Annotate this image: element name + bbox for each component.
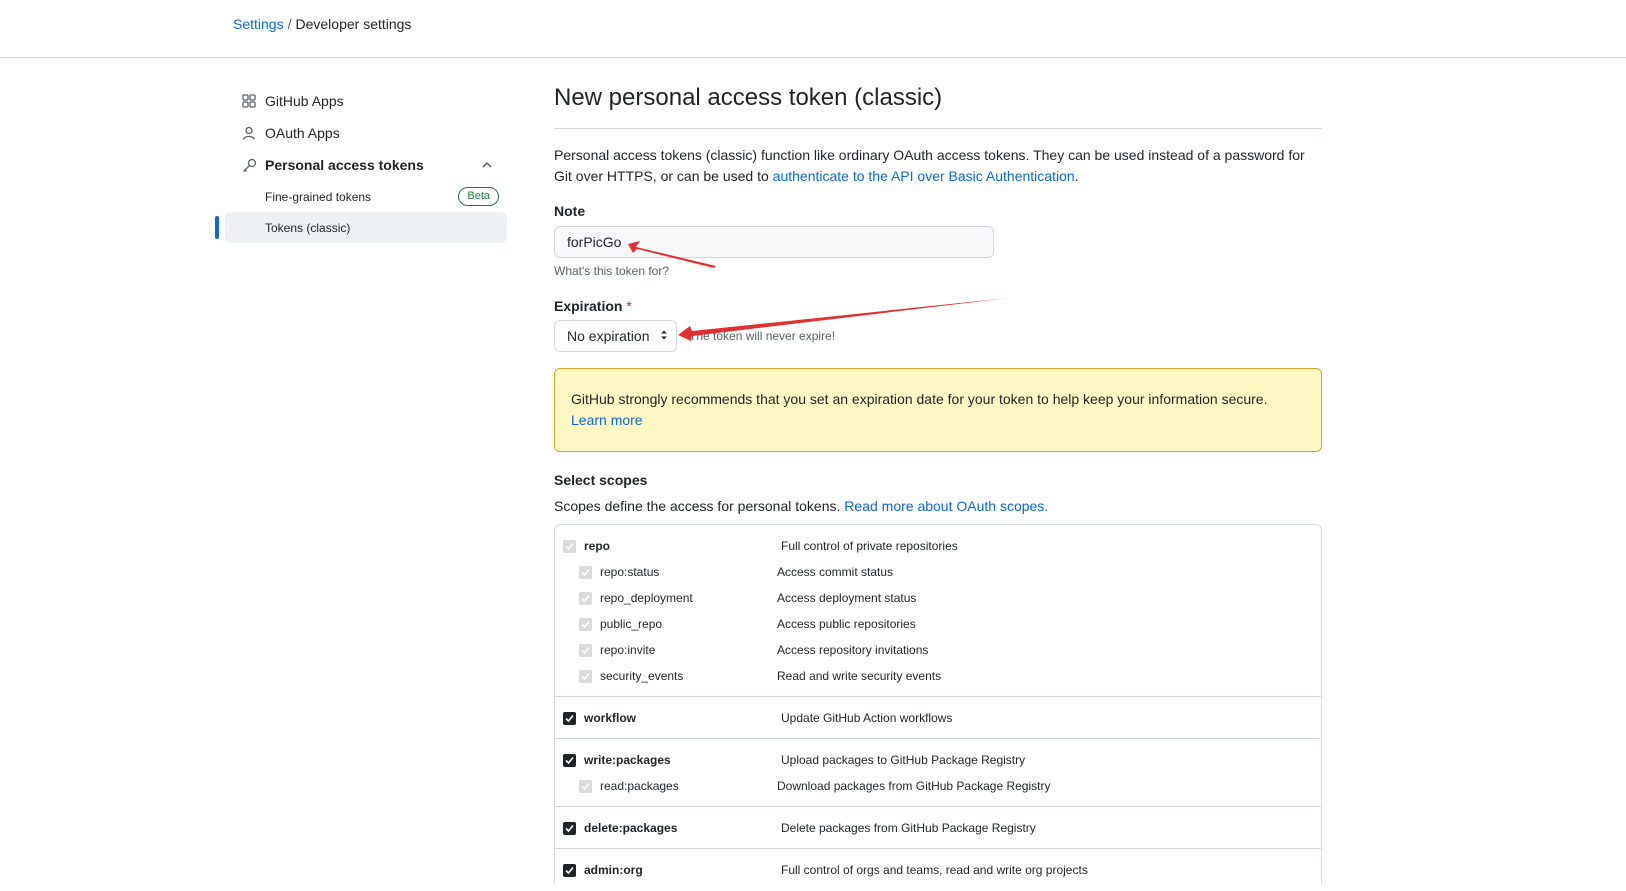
active-indicator (215, 216, 219, 239)
sidebar-item-label: OAuth Apps (265, 125, 340, 141)
scope-checkbox[interactable] (579, 643, 592, 657)
apps-icon (241, 93, 257, 109)
scopes-desc-text: Scopes define the access for personal to… (554, 498, 841, 514)
scope-group: workflow Update GitHub Action workflows (555, 697, 1321, 739)
scope-description: Full control of private repositories (781, 539, 958, 553)
warning-text: GitHub strongly recommends that you set … (571, 391, 1268, 407)
sidebar-subitem-fine-grained-tokens[interactable]: Fine-grained tokens Beta (225, 181, 507, 212)
breadcrumb-settings-link[interactable]: Settings (233, 16, 284, 32)
scope-subrow[interactable]: read:packages Download packages from GitH… (555, 773, 1321, 799)
note-label: Note (554, 203, 586, 219)
scope-description: Full control of orgs and teams, read and… (781, 863, 1088, 877)
scope-description: Update GitHub Action workflows (781, 711, 953, 725)
description-end: . (1074, 168, 1079, 184)
sidebar: GitHub Apps OAuth Apps Personal access t… (215, 85, 507, 243)
scopes-description: Scopes define the access for personal to… (554, 498, 1322, 514)
scope-group: admin:org Full control of orgs and teams,… (555, 849, 1321, 884)
scope-subrow[interactable]: repo_deployment Access deployment status (555, 585, 1321, 611)
scope-checkbox[interactable] (563, 753, 576, 767)
page-description: Personal access tokens (classic) functio… (554, 145, 1322, 187)
scope-subrow[interactable]: public_repo Access public repositories (555, 611, 1321, 637)
scope-description: Access public repositories (777, 617, 916, 631)
scope-description: Download packages from GitHub Package Re… (777, 779, 1051, 793)
expiration-select-value: No expiration (567, 328, 650, 344)
chevron-up-icon[interactable] (481, 158, 493, 174)
select-arrows-icon (660, 328, 668, 344)
scope-name: repo_deployment (600, 591, 693, 605)
expiration-warning-banner: GitHub strongly recommends that you set … (554, 368, 1322, 452)
scope-group: write:packages Upload packages to GitHub … (555, 739, 1321, 807)
expiration-note: The token will never expire! (689, 329, 836, 343)
expiration-row: No expiration The token will never expir… (554, 320, 1322, 352)
top-bar: Settings / Developer settings (0, 0, 1626, 58)
scope-row[interactable]: admin:org Full control of orgs and teams,… (555, 857, 1321, 883)
scope-name: public_repo (600, 617, 663, 631)
page-title: New personal access token (classic) (554, 84, 1322, 129)
note-hint: What's this token for? (554, 264, 670, 278)
sidebar-subitem-label: Fine-grained tokens (265, 189, 372, 204)
scope-group: delete:packages Delete packages from GitH… (555, 807, 1321, 849)
scope-checkbox[interactable] (579, 591, 592, 605)
scope-name: repo (584, 539, 611, 553)
scope-checkbox[interactable] (579, 669, 592, 683)
scope-subrow[interactable]: repo:invite Access repository invitations (555, 637, 1321, 663)
scope-name: delete:packages (584, 821, 678, 835)
scope-subrow[interactable]: write:orgRead and write org and team mem… (555, 883, 1321, 884)
scope-description: Access deployment status (777, 591, 917, 605)
scope-name: workflow (584, 711, 637, 725)
note-input[interactable] (554, 226, 994, 258)
scope-description: Access commit status (777, 565, 894, 579)
scope-name: read:packages (600, 779, 679, 793)
scope-name: repo:invite (600, 643, 656, 657)
scope-description: Delete packages from GitHub Package Regi… (781, 821, 1036, 835)
scope-description: Upload packages to GitHub Package Regist… (781, 753, 1026, 767)
scope-checkbox[interactable] (579, 779, 592, 793)
scope-checkbox[interactable] (563, 821, 576, 835)
scope-checkbox[interactable] (579, 565, 592, 579)
scope-row[interactable]: repo Full control of private repositories (555, 533, 1321, 559)
scope-name: admin:org (584, 863, 643, 877)
scope-name: security_events (600, 669, 684, 683)
scope-checkbox[interactable] (563, 863, 576, 877)
sidebar-item-label: GitHub Apps (265, 93, 344, 109)
expiration-label-text: Expiration (554, 298, 623, 314)
expiration-select[interactable]: No expiration (554, 320, 677, 352)
sidebar-item-github-apps[interactable]: GitHub Apps (225, 85, 507, 117)
key-icon (241, 157, 257, 173)
scope-checkbox[interactable] (563, 539, 576, 553)
person-icon (241, 125, 257, 141)
scope-subrow[interactable]: security_events Read and write security e… (555, 663, 1321, 689)
sidebar-item-personal-access-tokens[interactable]: Personal access tokens (225, 149, 507, 181)
oauth-scopes-link[interactable]: Read more about OAuth scopes. (844, 498, 1048, 514)
scope-description: Read and write security events (777, 669, 942, 683)
breadcrumb-separator: / (287, 16, 292, 32)
scopes-list: repo Full control of private repositories… (554, 524, 1322, 884)
basic-auth-link[interactable]: authenticate to the API over Basic Authe… (773, 168, 1075, 184)
breadcrumb-current: Developer settings (295, 16, 412, 32)
sidebar-subitem-label: Tokens (classic) (265, 220, 351, 235)
scope-description: Access repository invitations (777, 643, 929, 657)
breadcrumb: Settings / Developer settings (233, 16, 411, 32)
scope-row[interactable]: delete:packages Delete packages from GitH… (555, 815, 1321, 841)
scope-name: write:packages (584, 753, 671, 767)
scope-row[interactable]: write:packages Upload packages to GitHub … (555, 747, 1321, 773)
scope-checkbox[interactable] (579, 617, 592, 631)
learn-more-link[interactable]: Learn more (571, 412, 643, 428)
scope-checkbox[interactable] (563, 711, 576, 725)
beta-badge: Beta (458, 187, 499, 206)
sidebar-item-label: Personal access tokens (265, 157, 424, 173)
scope-subrow[interactable]: repo:status Access commit status (555, 559, 1321, 585)
main-content: New personal access token (classic) Pers… (554, 84, 1322, 884)
scopes-title: Select scopes (554, 472, 648, 488)
required-mark: * (626, 298, 632, 314)
scope-name: repo:status (600, 565, 660, 579)
scope-group: repo Full control of private repositories… (555, 525, 1321, 697)
sidebar-item-oauth-apps[interactable]: OAuth Apps (225, 117, 507, 149)
expiration-label: Expiration * (554, 298, 1322, 314)
sidebar-subitem-tokens-classic[interactable]: Tokens (classic) (215, 212, 507, 243)
scope-row[interactable]: workflow Update GitHub Action workflows (555, 705, 1321, 731)
